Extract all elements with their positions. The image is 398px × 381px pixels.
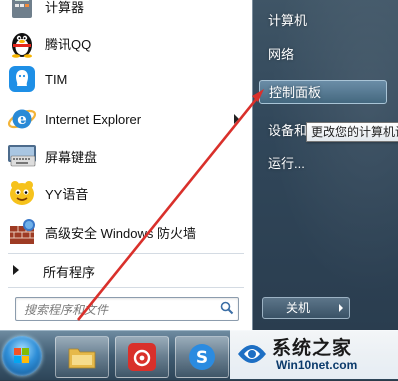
program-label: TIM xyxy=(45,71,68,87)
start-orb-button[interactable] xyxy=(2,336,42,376)
all-programs-button[interactable]: 所有程序 xyxy=(0,256,252,284)
calculator-icon xyxy=(6,0,38,22)
program-windows-firewall[interactable]: 高级安全 Windows 防火墙 xyxy=(0,214,252,250)
program-label: 高级安全 Windows 防火墙 xyxy=(45,225,196,241)
qq-penguin-icon xyxy=(6,27,38,59)
program-label: 计算器 xyxy=(45,0,85,15)
link-run[interactable]: 运行... xyxy=(268,153,305,172)
internet-explorer-icon: e xyxy=(6,103,38,135)
search-box[interactable] xyxy=(15,297,239,321)
firewall-icon xyxy=(6,216,38,248)
folder-icon xyxy=(68,348,96,369)
taskbar-sogou-button[interactable]: S xyxy=(175,336,229,378)
menu-divider xyxy=(8,287,244,288)
link-computer[interactable]: 计算机 xyxy=(268,10,307,29)
program-label: YY语音 xyxy=(45,186,89,202)
program-calculator[interactable]: 计算器 xyxy=(0,0,252,24)
search-input[interactable] xyxy=(22,300,216,319)
program-tim[interactable]: TIM xyxy=(0,61,252,97)
win10net-logo-icon xyxy=(238,345,266,363)
control-panel-tooltip: 更改您的计算机设 xyxy=(306,122,398,142)
shutdown-options-button[interactable] xyxy=(333,297,350,319)
shutdown-button[interactable]: 关机 xyxy=(262,297,334,319)
tim-icon xyxy=(6,63,38,95)
watermark-subtitle: Win10net.com xyxy=(276,358,358,372)
taskbar-file-explorer-button[interactable] xyxy=(55,336,109,378)
triangle-right-icon xyxy=(13,265,19,275)
program-label: 屏幕键盘 xyxy=(45,149,98,165)
program-yy-voice[interactable]: YY语音 xyxy=(0,175,252,211)
taskbar-netease-music-button[interactable] xyxy=(115,336,169,378)
keyboard-icon xyxy=(6,140,38,172)
program-label: 腾讯QQ xyxy=(45,36,92,52)
link-network[interactable]: 网络 xyxy=(268,44,294,63)
menu-divider xyxy=(8,253,244,254)
program-internet-explorer[interactable]: e Internet Explorer xyxy=(0,101,252,137)
all-programs-label: 所有程序 xyxy=(43,265,96,280)
netease-music-icon xyxy=(128,343,156,371)
program-qq[interactable]: 腾讯QQ xyxy=(0,25,252,61)
watermark-title: 系统之家 xyxy=(272,337,353,359)
program-onscreen-keyboard[interactable]: 屏幕键盘 xyxy=(0,138,252,174)
link-control-panel[interactable]: 控制面板 xyxy=(259,80,387,104)
windows-logo-icon xyxy=(14,348,29,363)
yy-voice-icon xyxy=(6,177,38,209)
start-menu-programs-pane: 计算器 腾讯QQ TIM e Internet Explorer 屏幕键盘 YY… xyxy=(0,0,253,330)
sogou-icon: S xyxy=(189,344,215,370)
svg-text:S: S xyxy=(196,348,208,368)
submenu-arrow-icon[interactable] xyxy=(234,114,239,124)
svg-text:e: e xyxy=(17,110,27,128)
search-icon[interactable] xyxy=(220,301,234,320)
program-label: Internet Explorer xyxy=(45,111,142,127)
